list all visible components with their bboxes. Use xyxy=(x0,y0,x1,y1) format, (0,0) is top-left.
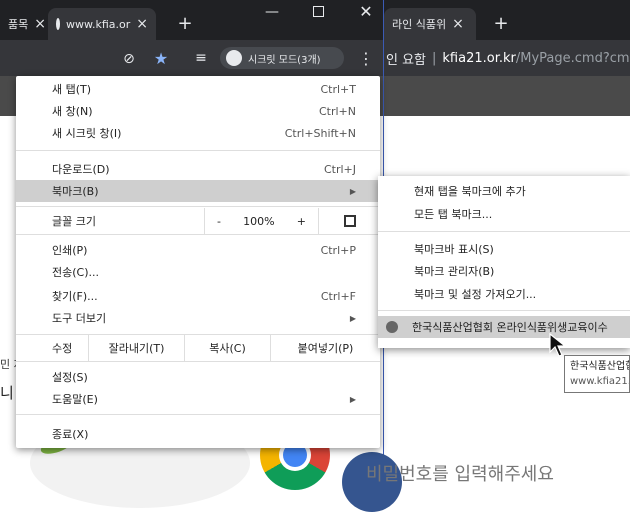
menu-item-label: 찾기(F)... xyxy=(52,290,98,303)
menu-item-new-tab[interactable]: 새 탭(T) Ctrl+T xyxy=(16,78,380,100)
menu-item-more-tools[interactable]: 도구 더보기 ▶ xyxy=(16,307,380,329)
minimize-icon[interactable]: — xyxy=(262,2,282,22)
menu-shortcut: Ctrl+J xyxy=(323,162,356,176)
menu-item-cast[interactable]: 전송(C)... xyxy=(16,261,380,283)
submenu-arrow-icon: ▶ xyxy=(349,313,356,323)
menu-divider xyxy=(16,150,380,151)
menu-item-find[interactable]: 찾기(F)... Ctrl+F xyxy=(16,285,380,307)
menu-zoom-row: 글꼴 크기 - 100% + xyxy=(16,208,380,234)
submenu-item-show-bookmark-bar[interactable]: 북마크바 표시(S) xyxy=(378,238,630,260)
bookmark-tooltip: 한국식품산업협회 www.kfia21.or.kr xyxy=(564,355,630,393)
url-path: /MyPage.cmd?cm xyxy=(515,50,630,66)
incognito-indicator[interactable]: 시크릿 모드(3개) xyxy=(220,47,344,69)
menu-item-downloads[interactable]: 다운로드(D) Ctrl+J xyxy=(16,158,380,180)
zoom-label: 글꼴 크기 xyxy=(52,215,96,228)
menu-divider xyxy=(16,361,380,362)
tab-title: 품목 xyxy=(8,18,29,31)
page-header-band xyxy=(384,76,630,116)
copy-button[interactable]: 복사(C) xyxy=(184,335,270,361)
page-side-text: 니 xyxy=(0,384,14,402)
url-host: kfia21.or.kr xyxy=(442,50,516,66)
menu-divider xyxy=(16,206,380,207)
menu-shortcut: Ctrl+P xyxy=(320,243,356,257)
tooltip-url: www.kfia21.or.kr xyxy=(570,376,629,387)
menu-item-label: 도구 더보기 xyxy=(52,312,107,325)
menu-shortcut: Ctrl+T xyxy=(320,82,356,96)
menu-item-label: 설정(S) xyxy=(52,371,88,384)
menu-item-label: 전송(C)... xyxy=(52,266,99,279)
menu-edit-row: 수정 잘라내기(T) 복사(C) 붙여넣기(P) xyxy=(16,335,380,361)
new-tab-button[interactable]: + xyxy=(172,10,198,36)
fullscreen-button[interactable] xyxy=(318,208,380,234)
zoom-value: 100% xyxy=(243,214,275,228)
cut-button[interactable]: 잘라내기(T) xyxy=(88,335,184,361)
new-tab-button[interactable]: + xyxy=(488,10,514,36)
menu-shortcut: Ctrl+N xyxy=(318,104,356,118)
close-tab-icon[interactable]: × xyxy=(34,16,46,32)
submenu-arrow-icon: ▶ xyxy=(349,186,356,196)
tab-title: 라인 식품위 xyxy=(392,18,447,31)
edit-label: 수정 xyxy=(52,342,73,355)
submenu-item-bookmark-all-tabs[interactable]: 모든 탭 북마크... xyxy=(378,203,630,225)
close-tab-icon[interactable]: × xyxy=(452,16,464,32)
menu-item-label: 도움말(E) xyxy=(52,393,98,406)
url-divider: | xyxy=(432,50,437,66)
url-prefix: 인 요함 xyxy=(386,52,427,68)
globe-icon xyxy=(56,18,60,30)
menu-item-new-window[interactable]: 새 창(N) Ctrl+N xyxy=(16,100,380,122)
media-control-icon[interactable]: ≡ xyxy=(192,49,210,67)
menu-item-exit[interactable]: 종료(X) xyxy=(16,423,380,445)
tab-left-1[interactable]: 품목 × xyxy=(0,8,46,40)
menu-item-help[interactable]: 도움말(E) ▶ xyxy=(16,388,380,410)
zoom-in-button[interactable]: + xyxy=(297,215,306,228)
fullscreen-icon xyxy=(343,215,356,227)
chrome-main-menu: 새 탭(T) Ctrl+T 새 창(N) Ctrl+N 새 시크릿 창(I) C… xyxy=(16,76,380,448)
right-tab-strip: 라인 식품위 × + xyxy=(384,0,630,40)
close-icon[interactable]: ✕ xyxy=(355,0,377,22)
tab-right-1[interactable]: 라인 식품위 × xyxy=(384,8,476,40)
menu-item-bookmarks[interactable]: 북마크(B) ▶ xyxy=(16,180,380,202)
submenu-arrow-icon: ▶ xyxy=(349,394,356,404)
menu-item-print[interactable]: 인쇄(P) Ctrl+P xyxy=(16,239,380,261)
tooltip-title: 한국식품산업협회 xyxy=(570,361,629,372)
zoom-controls: - 100% + xyxy=(204,208,318,234)
address-bar[interactable]: 인 요함 | kfia21.or.kr /MyPage.cmd?cm xyxy=(384,40,630,76)
menu-divider xyxy=(16,414,380,415)
mouse-cursor-icon xyxy=(549,333,567,357)
incognito-label: 시크릿 모드(3개) xyxy=(248,54,321,66)
menu-divider xyxy=(378,231,630,232)
menu-item-label: 새 시크릿 창(I) xyxy=(52,127,122,140)
menu-shortcut: Ctrl+F xyxy=(320,289,356,303)
maximize-icon[interactable] xyxy=(313,6,324,17)
bookmark-submenu: 현재 탭을 북마크에 추가 모든 탭 북마크... 북마크바 표시(S) 북마크… xyxy=(378,176,630,348)
menu-item-settings[interactable]: 설정(S) xyxy=(16,366,380,388)
menu-item-new-incognito[interactable]: 새 시크릿 창(I) Ctrl+Shift+N xyxy=(16,122,380,144)
menu-item-label: 북마크(B) xyxy=(52,185,99,198)
paste-button[interactable]: 붙여넣기(P) xyxy=(270,335,380,361)
tab-left-2[interactable]: www.kfia.or × xyxy=(48,8,156,40)
tab-title: www.kfia.or xyxy=(66,17,131,31)
submenu-item-bookmark-tab[interactable]: 현재 탭을 북마크에 추가 xyxy=(378,180,630,202)
eye-off-icon[interactable]: ⊘ xyxy=(120,50,138,68)
menu-divider xyxy=(378,310,630,311)
menu-item-label: 종료(X) xyxy=(52,428,89,441)
incognito-icon xyxy=(226,50,242,66)
submenu-item-bookmark-kfia[interactable]: 한국식품산업협회 온라인식품위생교육이수 xyxy=(378,316,630,338)
bookmark-label: 한국식품산업협회 온라인식품위생교육이수 xyxy=(412,321,608,334)
menu-item-label: 새 창(N) xyxy=(52,105,93,118)
menu-divider xyxy=(16,234,380,235)
submenu-item-import-bookmarks[interactable]: 북마크 및 설정 가져오기... xyxy=(378,283,630,305)
globe-icon xyxy=(386,321,398,333)
zoom-out-button[interactable]: - xyxy=(217,215,221,228)
menu-item-label: 다운로드(D) xyxy=(52,163,110,176)
menu-icon[interactable]: ⋮ xyxy=(357,49,375,68)
menu-shortcut: Ctrl+Shift+N xyxy=(284,126,356,140)
menu-item-label: 인쇄(P) xyxy=(52,244,88,257)
close-tab-icon[interactable]: × xyxy=(136,16,148,32)
star-icon[interactable]: ★ xyxy=(152,49,170,68)
left-tab-strip: 품목 × www.kfia.or × + — ✕ xyxy=(0,0,383,40)
password-placeholder[interactable]: 비밀번호를 입력해주세요 xyxy=(366,460,554,486)
submenu-item-bookmark-manager[interactable]: 북마크 관리자(B) xyxy=(378,260,630,282)
menu-item-label: 새 탭(T) xyxy=(52,83,92,96)
